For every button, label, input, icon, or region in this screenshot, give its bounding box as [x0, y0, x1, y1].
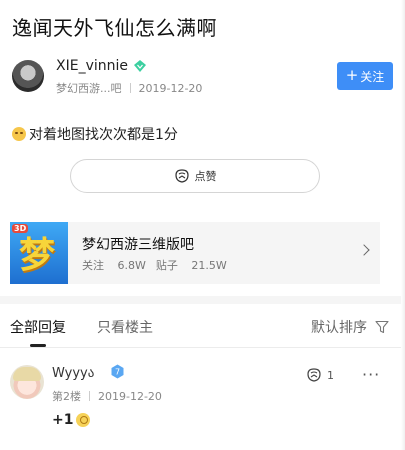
active-tab-indicator [30, 344, 46, 347]
post-content: 对着地图找次次都是1分 [12, 124, 178, 144]
reply-content-text: +1 [52, 412, 74, 428]
sort-label: 默认排序 [311, 320, 367, 336]
author-forum: 梦幻西游...吧 [56, 82, 122, 95]
filter-icon [375, 320, 389, 334]
like-button[interactable]: 点赞 [70, 159, 320, 193]
reply-floor: 第2楼 [52, 390, 81, 403]
section-divider [0, 296, 405, 304]
author-bar: XIE_vinnie 梦幻西游...吧 2019-12-20 + 关注 [12, 58, 393, 98]
tab-owner-only[interactable]: 只看楼主 [97, 317, 153, 337]
reply-date: 2019-12-20 [98, 390, 162, 403]
level-number: 7 [115, 368, 120, 377]
author-date: 2019-12-20 [138, 82, 203, 95]
follow-label: 关注 [360, 69, 385, 84]
reply-tabs: 全部回复 只看楼主 默认排序 [0, 304, 405, 348]
level-badge-icon: 7 [111, 364, 124, 379]
forum-logo: 3D 梦 [10, 222, 68, 284]
tab-all-replies[interactable]: 全部回复 [10, 317, 66, 337]
meta-divider [89, 391, 90, 401]
followers-count: 6.8W [117, 259, 146, 272]
reply-avatar[interactable] [10, 365, 44, 399]
forum-card[interactable]: 3D 梦 梦幻西游三维版吧 关注 6.8W 贴子 21.5W [10, 222, 380, 284]
forum-name: 梦幻西游三维版吧 [82, 237, 194, 253]
follow-button[interactable]: + 关注 [337, 62, 393, 90]
reply-username[interactable]: Wyyyა [52, 366, 94, 381]
post-title: 逸闻天外飞仙怎么满啊 [12, 16, 217, 40]
plus-icon: + [345, 66, 359, 84]
reply-content: +1 [52, 412, 91, 428]
meta-divider [129, 83, 131, 93]
forum-stats: 关注 6.8W 贴子 21.5W [82, 257, 227, 273]
smile-emoji-icon [12, 127, 26, 141]
like-label: 点赞 [194, 170, 217, 183]
followers-label: 关注 [82, 259, 104, 272]
author-avatar[interactable] [12, 60, 44, 92]
ok-emoji-icon [76, 413, 91, 427]
author-meta: 梦幻西游...吧 2019-12-20 [56, 80, 202, 96]
sort-selector[interactable]: 默认排序 [311, 317, 389, 337]
post-content-text: 对着地图找次次都是1分 [29, 127, 178, 143]
reply-item: Wyyyა 7 第2楼 2019-12-20 1 ··· +1 [0, 356, 405, 450]
forum-logo-glyph: 梦 [19, 235, 56, 276]
reply-like-button[interactable]: 1 [306, 368, 334, 382]
like-icon [307, 368, 321, 382]
posts-label: 贴子 [155, 259, 178, 272]
reply-like-count: 1 [327, 368, 334, 382]
scroll-edge [401, 0, 405, 450]
reply-meta: 第2楼 2019-12-20 [52, 388, 162, 404]
posts-count: 21.5W [191, 259, 227, 272]
diamond-badge-icon [134, 60, 146, 72]
more-options-icon[interactable]: ··· [362, 365, 380, 384]
chevron-right-icon [358, 244, 370, 256]
like-icon [174, 169, 189, 183]
author-name[interactable]: XIE_vinnie [56, 58, 128, 74]
